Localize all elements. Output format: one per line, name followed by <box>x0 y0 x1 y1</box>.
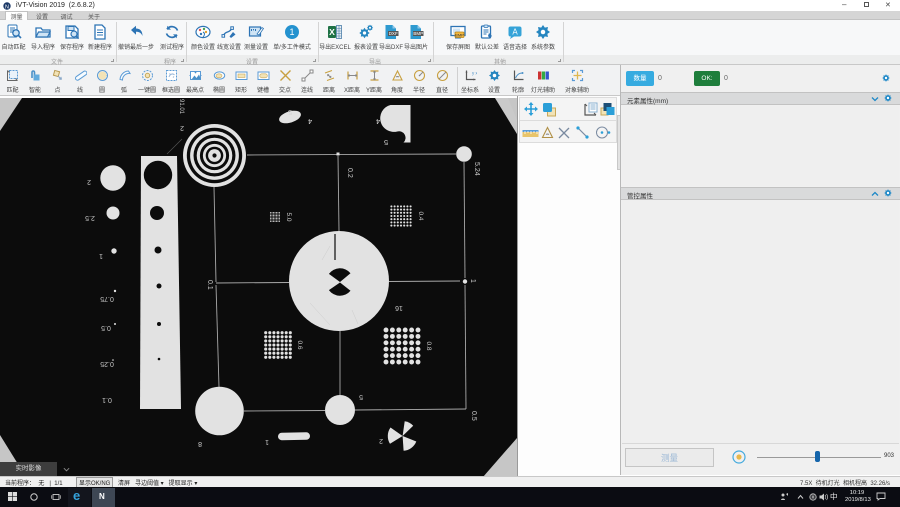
svg-text:0.2: 0.2 <box>346 168 353 178</box>
svg-text:0.1: 0.1 <box>102 396 112 403</box>
svg-text:0.1: 0.1 <box>206 280 213 290</box>
svg-text:0.75: 0.75 <box>100 295 114 302</box>
svg-text:0.4: 0.4 <box>417 211 424 220</box>
svg-text:BMP: BMP <box>413 31 423 36</box>
svg-text:0.25: 0.25 <box>100 360 114 367</box>
svg-text:1: 1 <box>469 279 476 283</box>
svg-text:4: 4 <box>308 117 312 126</box>
svg-text:0.6: 0.6 <box>296 340 303 349</box>
svg-text:BMP: BMP <box>455 32 464 37</box>
svg-text:2: 2 <box>180 124 184 131</box>
svg-text:5: 5 <box>288 108 292 117</box>
svg-text:5.0: 5.0 <box>285 212 292 221</box>
svg-text:X: X <box>329 27 335 37</box>
svg-text:1: 1 <box>99 252 103 259</box>
svg-text:y x: y x <box>472 71 477 76</box>
svg-text:0.5: 0.5 <box>101 324 111 331</box>
svg-text:1: 1 <box>265 438 269 445</box>
svg-text:2: 2 <box>379 437 383 444</box>
svg-text:5.24: 5.24 <box>473 162 480 176</box>
svg-text:N: N <box>5 4 9 10</box>
svg-text:5: 5 <box>359 393 363 400</box>
svg-text:0.5: 0.5 <box>470 411 477 421</box>
svg-text:A: A <box>512 28 518 37</box>
svg-text:4: 4 <box>376 117 380 126</box>
svg-text:16: 16 <box>395 304 403 311</box>
svg-text:91.01: 91.01 <box>178 99 184 115</box>
svg-text:0.8: 0.8 <box>425 341 432 350</box>
svg-text:DXF: DXF <box>389 31 398 36</box>
svg-text:8: 8 <box>198 440 202 447</box>
svg-text:5: 5 <box>384 138 388 147</box>
svg-text:2: 2 <box>87 178 91 185</box>
svg-text:2.5: 2.5 <box>85 214 95 221</box>
svg-text:1: 1 <box>289 27 294 37</box>
